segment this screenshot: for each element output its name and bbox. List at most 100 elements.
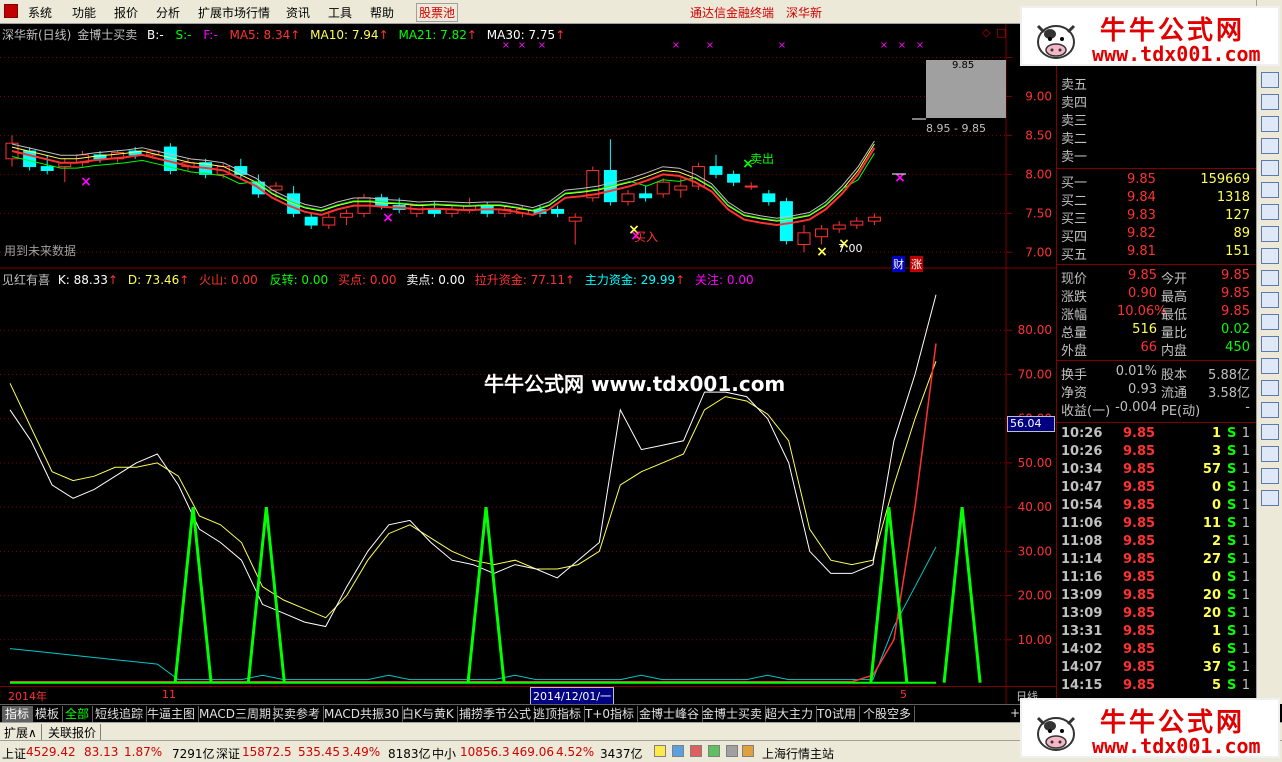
menu-quote[interactable]: 报价 (114, 4, 138, 21)
grid-icon[interactable] (1261, 160, 1279, 176)
menu-info[interactable]: 资讯 (286, 4, 310, 21)
tab-6[interactable]: 买卖参考 (269, 706, 325, 722)
time-month-11-label: 11 (162, 688, 176, 701)
chart-icon[interactable] (1261, 138, 1279, 154)
win-icon[interactable] (1261, 424, 1279, 440)
tab-5[interactable]: MACD三周期 (196, 706, 275, 722)
compass-icon[interactable] (1261, 336, 1279, 352)
menu-function[interactable]: 功能 (72, 4, 96, 21)
stat-label: 现价 (1061, 272, 1088, 287)
tab-3[interactable]: 短线追踪 (92, 706, 148, 722)
tick-price: 9.85 (1123, 624, 1156, 639)
grid2-icon[interactable] (1261, 402, 1279, 418)
tab-extend[interactable]: 扩展∧ (4, 724, 42, 741)
price-range-label: 8.95 - 9.85 (926, 122, 986, 135)
app-icon[interactable] (4, 4, 18, 18)
tab-13[interactable]: 金博士买卖 (699, 706, 767, 722)
stat2-value: 3.58亿 (1208, 386, 1250, 401)
tab-12[interactable]: 金博士峰谷 (636, 706, 704, 722)
tick-side: S (1227, 606, 1237, 621)
stat2-label: 股本 (1161, 368, 1188, 383)
tab-11[interactable]: T+0指标 (582, 706, 639, 722)
tick-side: S (1227, 444, 1237, 459)
tick-time: 10:47 (1061, 480, 1103, 495)
info-icon[interactable] (1261, 204, 1279, 220)
tab-15[interactable]: T0试用 (814, 706, 860, 722)
signal-spike (942, 506, 982, 683)
server-status[interactable]: 上海行情主站 (762, 745, 834, 762)
fiz-icon[interactable] (1261, 248, 1279, 264)
chat-icon[interactable] (708, 745, 720, 757)
indicator-name[interactable]: 金博士买卖 (77, 28, 137, 42)
tick-count: 1 (1241, 552, 1250, 567)
table-icon[interactable] (1261, 182, 1279, 198)
tab-14[interactable]: 超大主力 (762, 706, 818, 722)
candle-body (797, 232, 811, 246)
list-icon[interactable] (1261, 116, 1279, 132)
right-toolbar (1256, 0, 1282, 704)
stock-pool-button[interactable]: 股票池 (416, 3, 459, 22)
arrow-left-icon[interactable] (1261, 468, 1279, 484)
tab-0[interactable]: 指标 (2, 706, 34, 722)
sell-level-label: 卖五 (1061, 78, 1088, 93)
menu-system[interactable]: 系统 (28, 4, 52, 21)
menu-help[interactable]: 帮助 (370, 4, 394, 21)
kline-svg[interactable]: 9.509.008.508.007.507.00××××××××××××××××… (0, 24, 1056, 704)
tab-9[interactable]: 捕捞季节公式 (456, 706, 536, 722)
rsi-icon[interactable] (1261, 314, 1279, 330)
news-icon[interactable] (690, 745, 702, 757)
f-value: F:- (203, 28, 218, 42)
sub-axis-label: 40.00 (1018, 500, 1052, 514)
sh-pct: 1.87% (124, 745, 163, 759)
tick-time: 10:54 (1061, 498, 1103, 513)
calc-icon[interactable] (1261, 226, 1279, 242)
candle-body (322, 216, 336, 226)
info-icon[interactable] (672, 745, 684, 757)
tab-related-quote[interactable]: 关联报价 (48, 724, 102, 741)
tab-1[interactable]: 模板 (32, 706, 64, 722)
menu-extended-market[interactable]: 扩展市场行情 (198, 4, 270, 21)
formula-icon[interactable] (1261, 270, 1279, 286)
signal-cross-marker: × (894, 170, 906, 186)
tick-time: 11:08 (1061, 534, 1103, 549)
tab-4[interactable]: 牛逼主图 (144, 706, 200, 722)
candle-body (815, 228, 829, 238)
arrow-up-icon[interactable] (1261, 72, 1279, 88)
attention-value: 关注: 0.00 (695, 273, 754, 287)
monitor-icon[interactable] (1261, 292, 1279, 308)
time-cursor-date: 2014/12/01/一 (530, 687, 615, 705)
square-icon[interactable]: □ (996, 26, 1006, 39)
tab-7[interactable]: MACD共振30 (321, 706, 404, 722)
limit-up-badge[interactable]: 涨 (910, 256, 923, 272)
stat-value: 66 (1140, 340, 1157, 355)
tick-volume: 3 (1211, 444, 1221, 459)
quote-panel: 卖五 卖四 卖三 卖二 卖一 买一 9.85 159669 买二 9.84 1318 买三 9.83 12… (1056, 60, 1257, 700)
arrow-right-icon[interactable] (1261, 446, 1279, 462)
top-signal-marker: × (706, 40, 714, 51)
page2-icon[interactable] (1261, 490, 1279, 506)
tab-add-button[interactable]: + (1010, 706, 1020, 720)
sell-level-label: 卖一 (1061, 150, 1088, 165)
arrow-down-icon[interactable] (1261, 94, 1279, 110)
sub-indicator-name[interactable]: 见红有喜 (2, 273, 50, 287)
diamond-icon[interactable]: ◇ (982, 26, 990, 39)
stat2-value: - (1245, 400, 1250, 415)
menu-tools[interactable]: 工具 (328, 4, 352, 21)
main-capital-value: 主力资金: 29.99 (584, 273, 676, 287)
tick-volume: 1 (1211, 624, 1221, 639)
circle-icon[interactable] (1261, 358, 1279, 374)
alert-icon[interactable] (654, 745, 666, 757)
tab-8[interactable]: 白K与黄K (399, 706, 458, 722)
star-icon[interactable] (742, 745, 754, 757)
tool-icon[interactable] (726, 745, 738, 757)
buy-level-volume: 127 (1225, 208, 1250, 223)
tab-10[interactable]: 逃顶指标 (530, 706, 586, 722)
finance-badge[interactable]: 财 (892, 256, 905, 272)
k-line (9, 294, 937, 628)
menu-analysis[interactable]: 分析 (156, 4, 180, 21)
b-value: B:- (147, 28, 164, 42)
volcano-value: 火山: 0.00 (199, 273, 258, 287)
tab-16[interactable]: 个股空多 (860, 706, 916, 722)
tab-2[interactable]: 全部 (62, 706, 94, 722)
page-icon[interactable] (1261, 380, 1279, 396)
